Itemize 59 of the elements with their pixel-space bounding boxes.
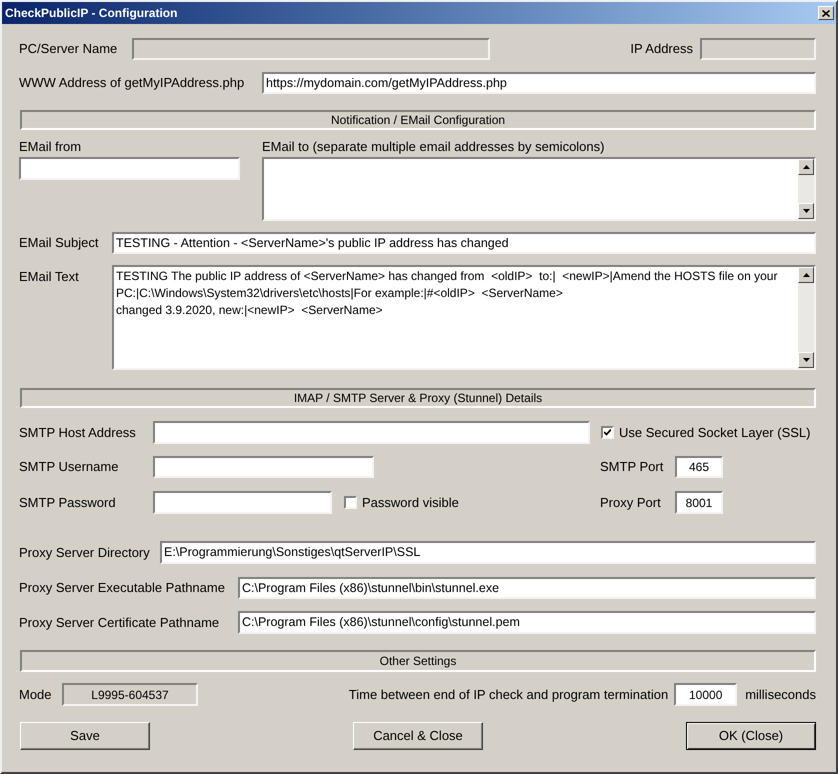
- scroll-down-button[interactable]: [798, 203, 814, 219]
- field-label: SMTP Password: [19, 494, 117, 512]
- field-label: Proxy Server Executable Pathname: [19, 579, 226, 598]
- checkbox[interactable]: [344, 496, 357, 509]
- scroll-up-button[interactable]: [798, 267, 814, 283]
- input-field[interactable]: 8001: [675, 491, 723, 514]
- scroll-down-button[interactable]: [798, 352, 814, 368]
- down-arrow-icon: [802, 358, 810, 362]
- input-field[interactable]: TESTING - Attention - <ServerName>'s public IP address has changed: [112, 232, 816, 254]
- field-label: Proxy Server Certificate Pathname: [19, 614, 220, 632]
- dialog-button[interactable]: Cancel & Close: [353, 722, 483, 750]
- checkbox[interactable]: [601, 426, 614, 439]
- close-icon: [822, 10, 830, 16]
- field-label: Time between end of IP check and program termination: [348, 686, 668, 704]
- input-field[interactable]: C:\Program Files (x86)\stunnel\config\stunnel.pem: [238, 611, 816, 634]
- scrollbar[interactable]: [798, 159, 814, 219]
- field-label: PC/Server Name: [19, 40, 118, 58]
- readonly-field[interactable]: [132, 38, 490, 60]
- dialog-button[interactable]: OK (Close): [686, 722, 816, 750]
- input-field[interactable]: [153, 456, 374, 478]
- field-label: EMail from: [19, 138, 82, 153]
- section-heading: Notification / EMail Configuration: [20, 110, 816, 130]
- text-area-content: TESTING The public IP address of <ServerName> has changed from <oldIP> to:| <newIP>|Amend the HOSTS file on your PC:|C:\Windows\System32\drivers\etc\hosts|For example:|#<oldIP> <ServerName> changed 3.9.2020, new:|<newIP> <ServerName>: [115, 268, 778, 319]
- input-field[interactable]: C:\Program Files (x86)\stunnel\bin\stunnel.exe: [238, 577, 816, 599]
- input-field[interactable]: 465: [675, 456, 723, 478]
- field-label: SMTP Host Address: [19, 424, 137, 442]
- checkmark-icon: [604, 429, 611, 436]
- dialog-button[interactable]: Save: [20, 722, 150, 750]
- field-label: milliseconds: [745, 686, 816, 704]
- field-label: Proxy Port: [600, 494, 662, 512]
- input-field[interactable]: E:\Programmierung\Sonstiges\qtServerIP\SSL: [160, 541, 816, 564]
- field-label: Proxy Server Directory: [19, 544, 151, 562]
- scroll-up-button[interactable]: [798, 159, 814, 175]
- checkbox-label: Use Secured Socket Layer (SSL): [619, 424, 810, 442]
- checkbox-label: Password visible: [362, 494, 459, 512]
- input-field[interactable]: [19, 157, 240, 180]
- input-field[interactable]: 10000: [674, 683, 738, 706]
- readonly-field[interactable]: L9995-604537: [62, 683, 198, 706]
- window-title: CheckPublicIP - Configuration: [5, 5, 178, 22]
- scrollbar[interactable]: [798, 267, 814, 368]
- field-label: SMTP Port: [600, 458, 664, 476]
- down-arrow-icon: [802, 209, 810, 213]
- field-label: EMail to (separate multiple email addresses by semicolons): [262, 138, 606, 153]
- input-field[interactable]: [153, 421, 590, 444]
- up-arrow-icon: [802, 273, 810, 277]
- input-field[interactable]: [153, 491, 332, 514]
- section-heading: IMAP / SMTP Server & Proxy (Stunnel) Details: [20, 388, 816, 408]
- field-label: EMail Subject: [19, 234, 100, 252]
- readonly-field[interactable]: [700, 38, 816, 60]
- section-heading: Other Settings: [20, 650, 816, 672]
- field-label: Mode: [19, 686, 53, 704]
- field-label: IP Address: [630, 40, 693, 58]
- close-button[interactable]: [818, 6, 834, 20]
- up-arrow-icon: [802, 165, 810, 169]
- field-label: SMTP Username: [19, 458, 120, 476]
- field-label: WWW Address of getMyIPAddress.php: [19, 74, 246, 92]
- input-field[interactable]: https://mydomain.com/getMyIPAddress.php: [262, 72, 816, 94]
- text-area[interactable]: [112, 265, 816, 370]
- field-label: EMail Text: [19, 268, 80, 286]
